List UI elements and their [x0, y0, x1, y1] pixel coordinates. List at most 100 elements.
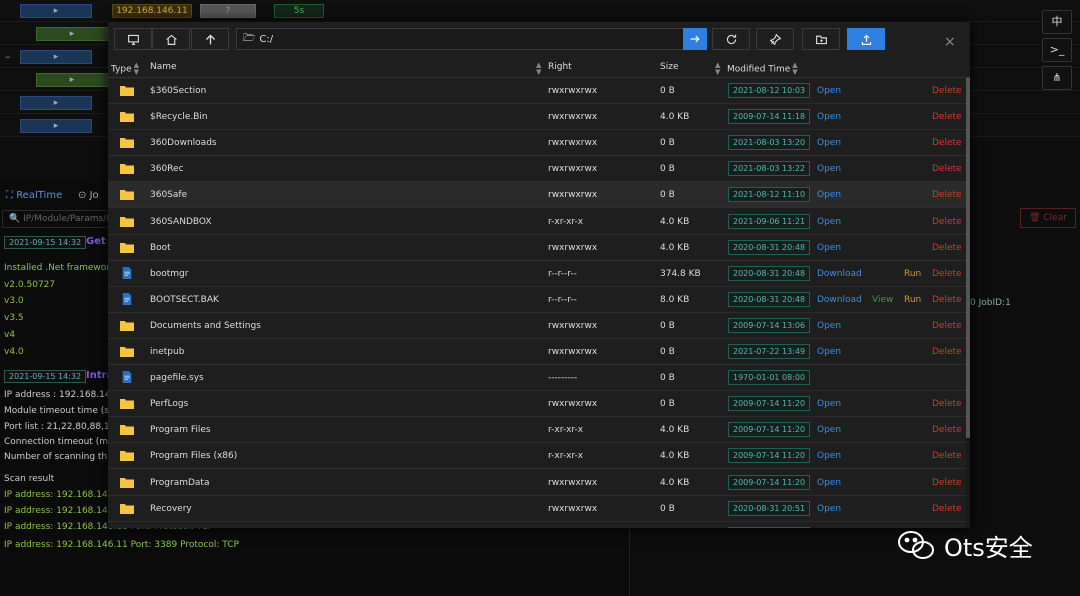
- clear-button[interactable]: 🗑 Clear: [1020, 208, 1076, 228]
- open-link[interactable]: Open: [817, 478, 841, 488]
- file-name[interactable]: inetpub: [150, 347, 184, 357]
- expand-button[interactable]: ▸: [20, 50, 92, 64]
- file-name[interactable]: Boot: [150, 243, 171, 253]
- go-button[interactable]: [683, 28, 707, 50]
- table-row[interactable]: 360Rec rwxrwxrwx 0 B 2021-08-03 13:22 Open De…: [108, 156, 966, 183]
- expand-button[interactable]: ▸: [20, 96, 92, 110]
- open-link[interactable]: Open: [817, 164, 841, 174]
- delete-link[interactable]: Delete: [932, 295, 962, 305]
- language-button[interactable]: 中: [1042, 10, 1072, 34]
- delete-link[interactable]: Delete: [932, 86, 962, 96]
- delete-link[interactable]: Delete: [932, 190, 962, 200]
- table-row[interactable]: $360Section rwxrwxrwx 0 B 2021-08-12 10:03 O…: [108, 78, 966, 104]
- open-link[interactable]: Open: [817, 451, 841, 461]
- computer-button[interactable]: [114, 28, 152, 50]
- table-row[interactable]: 360SANDBOX r-xr-xr-x 4.0 KB 2021-09-06 11:2…: [108, 209, 966, 235]
- tab-jobs[interactable]: ⊙ Jo: [78, 190, 99, 201]
- file-name[interactable]: $Recycle.Bin: [150, 112, 208, 122]
- upload-button[interactable]: [847, 28, 885, 50]
- table-row[interactable]: Program Files (x86) r-xr-xr-x 4.0 KB 2009-0…: [108, 443, 966, 470]
- file-name[interactable]: Program Files: [150, 425, 211, 435]
- file-name[interactable]: bootmgr: [150, 269, 188, 279]
- expand-button[interactable]: ▸: [36, 27, 108, 41]
- file-name[interactable]: ProgramData: [150, 478, 209, 488]
- collapse-icon[interactable]: –: [5, 50, 11, 63]
- run-link[interactable]: Run: [904, 269, 921, 279]
- open-link[interactable]: Open: [817, 217, 841, 227]
- file-name[interactable]: PerfLogs: [150, 399, 188, 409]
- delete-link[interactable]: Delete: [932, 269, 962, 279]
- up-button[interactable]: [191, 28, 229, 50]
- delete-link[interactable]: Delete: [932, 478, 962, 488]
- open-link[interactable]: Open: [817, 347, 841, 357]
- delete-link[interactable]: Delete: [932, 138, 962, 148]
- table-row[interactable]: Recovery rwxrwxrwx 0 B 2020-08-31 20:51 Open…: [108, 496, 966, 522]
- delete-link[interactable]: Delete: [932, 347, 962, 357]
- log-search-input[interactable]: 🔍 IP/Module/Params/I: [2, 210, 122, 228]
- col-name[interactable]: Name: [150, 62, 177, 72]
- download-link[interactable]: Download: [817, 269, 862, 279]
- delete-link[interactable]: Delete: [932, 425, 962, 435]
- file-name[interactable]: Program Files (x86): [150, 451, 237, 461]
- file-name[interactable]: 360Rec: [150, 164, 184, 174]
- close-icon[interactable]: ×: [944, 34, 956, 50]
- session-row[interactable]: ▸ 192.168.146.11 ? 5s: [0, 0, 1080, 22]
- open-link[interactable]: Open: [817, 86, 841, 96]
- col-modified[interactable]: Modified Time ▲ ▼: [727, 62, 798, 76]
- delete-link[interactable]: Delete: [932, 504, 962, 514]
- col-type[interactable]: Type ▲ ▼: [111, 62, 139, 76]
- expand-button[interactable]: ▸: [20, 119, 92, 133]
- table-row[interactable]: pagefile.sys --------- 0 B 1970-01-01 08:00: [108, 365, 966, 392]
- path-input[interactable]: 🗁 C:/: [236, 28, 684, 50]
- file-name[interactable]: 360Safe: [150, 190, 187, 200]
- delete-link[interactable]: Delete: [932, 217, 962, 227]
- delete-link[interactable]: Delete: [932, 164, 962, 174]
- scrollbar[interactable]: [966, 78, 970, 528]
- delete-link[interactable]: Delete: [932, 112, 962, 122]
- table-row[interactable]: Documents and Settings rwxrwxrwx 0 B 2009-0…: [108, 313, 966, 339]
- delete-link[interactable]: Delete: [932, 243, 962, 253]
- table-row[interactable]: $Recycle.Bin rwxrwxrwx 4.0 KB 2009-07-14 11…: [108, 104, 966, 131]
- expand-button[interactable]: ▸: [36, 73, 108, 87]
- col-right[interactable]: Right: [548, 62, 572, 72]
- home-button[interactable]: [152, 28, 190, 50]
- file-name[interactable]: $360Section: [150, 86, 206, 96]
- open-link[interactable]: Open: [817, 399, 841, 409]
- file-name[interactable]: Documents and Settings: [150, 321, 261, 331]
- table-row[interactable]: ProgramData rwxrwxrwx 4.0 KB 2009-07-14 11:…: [108, 470, 966, 496]
- file-name[interactable]: pagefile.sys: [150, 373, 204, 383]
- open-link[interactable]: Open: [817, 112, 841, 122]
- table-row[interactable]: Boot rwxrwxrwx 4.0 KB 2020-08-31 20:48 Open D…: [108, 235, 966, 261]
- sort-icon[interactable]: ▲ ▼: [534, 62, 541, 76]
- expand-button[interactable]: ▸: [20, 4, 92, 18]
- file-name[interactable]: Recovery: [150, 504, 192, 514]
- run-link[interactable]: Run: [904, 295, 921, 305]
- delete-link[interactable]: Delete: [932, 399, 962, 409]
- table-row[interactable]: Program Files r-xr-xr-x 4.0 KB 2009-07-14 1…: [108, 417, 966, 444]
- open-link[interactable]: Open: [817, 504, 841, 514]
- pin-button[interactable]: [756, 28, 794, 50]
- open-link[interactable]: Open: [817, 321, 841, 331]
- terminal-button[interactable]: >_: [1042, 38, 1072, 62]
- new-folder-button[interactable]: [802, 28, 840, 50]
- open-link[interactable]: Open: [817, 425, 841, 435]
- table-row[interactable]: inetpub rwxrwxrwx 0 B 2021-07-22 13:49 Open D…: [108, 339, 966, 365]
- delete-link[interactable]: Delete: [932, 451, 962, 461]
- file-name[interactable]: BOOTSECT.BAK: [150, 295, 219, 305]
- table-row[interactable]: 360Safe rwxrwxrwx 0 B 2021-08-12 11:10 Open D…: [108, 182, 966, 209]
- sort-icon[interactable]: ▲ ▼: [713, 62, 720, 76]
- open-link[interactable]: Open: [817, 138, 841, 148]
- refresh-button[interactable]: [712, 28, 750, 50]
- file-name[interactable]: 360Downloads: [150, 138, 217, 148]
- col-size[interactable]: Size: [660, 62, 678, 72]
- table-row[interactable]: BOOTSECT.BAK r--r--r-- 8.0 KB 2020-08-31 20…: [108, 287, 966, 313]
- topology-button[interactable]: ⋔: [1042, 66, 1072, 90]
- table-row[interactable]: 360Downloads rwxrwxrwx 0 B 2021-08-03 13:20…: [108, 130, 966, 157]
- delete-link[interactable]: Delete: [932, 321, 962, 331]
- file-name[interactable]: 360SANDBOX: [150, 217, 212, 227]
- scrollbar-thumb[interactable]: [966, 78, 970, 438]
- table-row[interactable]: PerfLogs rwxrwxrwx 0 B 2009-07-14 11:20 Open…: [108, 391, 966, 418]
- download-link[interactable]: Download: [817, 295, 862, 305]
- tab-realtime[interactable]: ⛶ RealTime: [6, 190, 62, 201]
- table-row[interactable]: share2021-08-27 15:17OpenDelete: [108, 522, 966, 528]
